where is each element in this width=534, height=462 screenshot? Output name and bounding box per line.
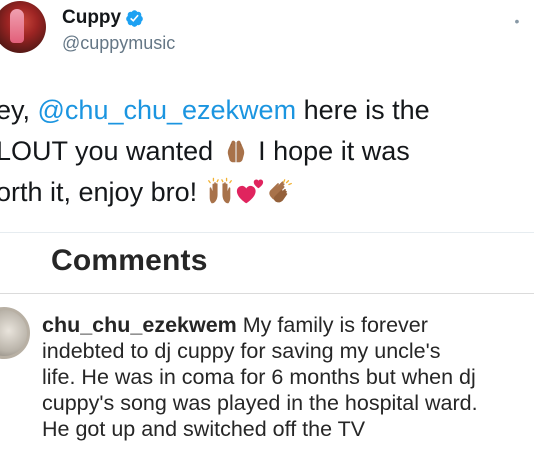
- tweet-text-line-3: orth it, enjoy bro!: [0, 172, 534, 213]
- comments-title: Comments: [51, 244, 208, 277]
- tweet-text-line-2: LOUT you wanted I hope it was: [0, 131, 534, 172]
- commenter-avatar[interactable]: [0, 307, 30, 359]
- comment-line-2: indebted to dj cuppy for saving my uncle…: [42, 339, 441, 363]
- tweet-author-display-name[interactable]: Cuppy: [62, 7, 121, 29]
- screenshot-composite: Cuppy @cuppymusic • ey, @chu_chu_ezekwem…: [0, 0, 534, 462]
- tweet-text-line-1: ey, @chu_chu_ezekwem here is the: [0, 90, 534, 131]
- comment-text: My family is forever: [236, 313, 428, 337]
- tweet-author-name-row[interactable]: Cuppy: [62, 5, 144, 31]
- tweet-text-segment: LOUT you wanted: [0, 136, 221, 166]
- more-options-icon[interactable]: •: [512, 12, 522, 30]
- clapping-hands-emoji-icon: [268, 179, 292, 203]
- tweet-body: ey, @chu_chu_ezekwem here is the LOUT yo…: [0, 90, 534, 213]
- tweet-author-avatar[interactable]: [0, 1, 46, 53]
- verified-badge-icon: [126, 9, 143, 27]
- mention-link[interactable]: @chu_chu_ezekwem: [38, 95, 297, 125]
- praying-hands-emoji-icon: [227, 140, 244, 163]
- tweet-author-handle[interactable]: @cuppymusic: [62, 33, 175, 54]
- tweet-card[interactable]: Cuppy @cuppymusic • ey, @chu_chu_ezekwem…: [0, 0, 534, 232]
- comment-username[interactable]: chu_chu_ezekwem: [42, 313, 237, 337]
- tweet-text-segment: ey,: [0, 95, 38, 125]
- comment-line-1: chu_chu_ezekwem My family is forever: [42, 312, 534, 338]
- comment-line-3: life. He was in coma for 6 months but wh…: [42, 365, 476, 389]
- comment-line-4: cuppy's song was played in the hospital …: [42, 391, 478, 415]
- comment: chu_chu_ezekwem My family is forever ind…: [42, 312, 534, 442]
- raising-hands-emoji-icon: [207, 177, 232, 204]
- comments-divider: [0, 293, 534, 294]
- avatar-figure: [10, 9, 24, 43]
- two-hearts-emoji-icon: [236, 179, 263, 204]
- comments-screenshot: Comments chu_chu_ezekwem My family is fo…: [0, 232, 534, 462]
- tweet-text-segment: here is the: [296, 95, 430, 125]
- tweet-text-segment: orth it, enjoy bro!: [0, 177, 205, 207]
- comment-line-5: He got up and switched off the TV: [42, 417, 366, 441]
- tweet-text-segment: I hope it was: [250, 136, 410, 166]
